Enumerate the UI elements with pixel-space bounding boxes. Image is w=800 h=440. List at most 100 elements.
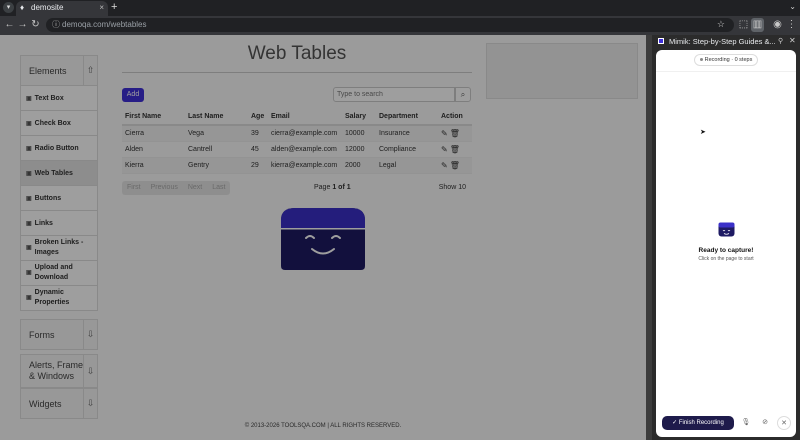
sidebar-item-dynamic-properties[interactable]: ▣ Dynamic Properties [20,286,98,311]
site-info-icon[interactable]: ⓘ [52,19,60,30]
check-icon: ✓ [672,420,679,426]
sidebar-group-widgets[interactable]: Widgets ⇩ [20,388,98,419]
expand-icon[interactable]: ⇩ [83,319,97,350]
sidebar-group-forms[interactable]: Forms ⇩ [20,319,98,350]
edit-icon[interactable]: ✎ [441,129,448,138]
delete-icon[interactable]: 🗑 [450,161,460,170]
extensions-icon[interactable]: ⬚ [737,18,750,32]
recording-status-badge: Recording · 0 steps [694,54,758,66]
web-page: Web Tables Elements ⇧ ▣ Text Box ▣ Check B… [0,35,646,440]
sidebar-item-web-tables[interactable]: ▣ Web Tables [20,161,98,186]
site-favicon-icon: ♦ [20,3,25,12]
mimik-mascot-icon [281,208,365,270]
page-footer: © 2013-2026 TOOLSQA.COM | ALL RIGHTS RES… [244,423,402,429]
search-icon[interactable]: ⌕ [455,87,471,102]
title-divider [122,72,472,73]
browser-tab[interactable]: ♦ demosite × [16,1,108,16]
sidebar-item-buttons[interactable]: ▣ Buttons [20,186,98,211]
previous-page-button[interactable]: Previous [146,181,183,195]
sidebar-item-broken-links[interactable]: ▣ Broken Links - Images [20,236,98,261]
expand-icon[interactable]: ⇩ [83,388,97,419]
mic-off-icon[interactable]: 🎙 [739,416,753,430]
table-cell: Alden [122,141,185,158]
table-cell: 2000 [342,157,376,174]
last-page-button[interactable]: Last [207,181,230,195]
side-panel-icon[interactable]: ▥ [751,18,764,32]
sidebar-item-links[interactable]: ▣ Links [20,211,98,236]
status-dot-icon [699,58,703,62]
delete-icon[interactable]: 🗑 [450,129,460,138]
forward-icon[interactable]: → [16,18,29,32]
list-item-icon: ▣ [26,195,32,202]
sidebar-group-label: Widgets [29,398,62,409]
sidebar-item-check-box[interactable]: ▣ Check Box [20,111,98,136]
search-input[interactable] [333,87,455,102]
column-header[interactable]: Last Name [185,109,248,126]
cancel-recording-icon[interactable]: ✕ [777,416,791,430]
edit-icon[interactable]: ✎ [441,145,448,154]
mimik-logo-icon [658,38,664,44]
close-icon[interactable]: ✕ [789,36,796,45]
ready-subtitle: Click on the page to start [698,256,754,262]
add-button[interactable]: Add [122,88,144,102]
sidebar-item-text-box[interactable]: ▣ Text Box [20,86,98,111]
sidebar-group-elements[interactable]: Elements ⇧ [20,55,98,86]
bookmark-star-icon[interactable]: ☆ [717,19,725,30]
list-item-icon: ▣ [26,170,32,177]
edit-icon[interactable]: ✎ [441,161,448,170]
side-panel-header: Mimik: Step-by-Step Guides &... ⚲ ✕ [652,35,800,49]
new-tab-button[interactable]: + [111,1,117,14]
panel-divider [656,71,796,72]
table-row: Alden Cantrell 45 alden@example.com 1200… [122,141,472,158]
tab-strip: ▾ ♦ demosite × + ⌄ [0,0,800,16]
page-title: Web Tables [247,43,347,64]
page-indicator: Page 1 of 1 [314,184,351,191]
table-cell: 39 [248,125,268,142]
reload-icon[interactable]: ↻ [29,18,42,32]
sidebar-group-label: Elements [29,65,67,76]
profile-icon[interactable]: ◉ [771,18,784,32]
window-controls[interactable]: ⌄ [740,2,796,14]
column-header[interactable]: Salary [342,109,376,126]
first-page-button[interactable]: First [122,181,146,195]
list-item-icon: ▣ [26,120,32,127]
table-cell: kierra@example.com [268,157,342,174]
table-cell: Legal [376,157,438,174]
action-cell: ✎ 🗑 [438,157,472,174]
address-bar[interactable]: ⓘ demoqa.com/webtables ☆ [46,18,734,32]
ad-banner [486,43,638,99]
list-item-icon: ▣ [26,145,32,152]
table-cell: Cierra [122,125,185,142]
table-cell: cierra@example.com [268,125,342,142]
collapse-icon[interactable]: ⇧ [83,55,97,86]
menu-icon[interactable]: ⋮ [785,18,798,32]
sidebar-item-upload-download[interactable]: ▣ Upload and Download [20,261,98,286]
table-header-row: First Name Last Name Age Email Salary De… [122,109,472,126]
table-cell: Cantrell [185,141,248,158]
column-header[interactable]: Age [248,109,268,126]
back-icon[interactable]: ← [3,18,16,32]
ready-title: Ready to capture! [698,247,754,254]
sidebar-item-radio-button[interactable]: ▣ Radio Button [20,136,98,161]
tab-close-icon[interactable]: × [99,1,104,15]
recorder-panel: Recording · 0 steps ➤ Ready to capture! … [656,50,796,437]
sidebar-group-alerts[interactable]: Alerts, Frame & Windows ⇩ [20,354,98,388]
pin-icon[interactable]: ⚲ [778,37,783,45]
list-item-icon: ▣ [26,270,32,276]
table-cell: Insurance [376,125,438,142]
list-item-icon: ▣ [26,245,32,251]
camera-off-icon[interactable]: ⊘ [758,416,772,430]
column-header[interactable]: Email [268,109,342,126]
table-row: Kierra Gentry 29 kierra@example.com 2000… [122,157,472,174]
table-cell: Vega [185,125,248,142]
web-table: First Name Last Name Age Email Salary De… [122,109,472,174]
expand-icon[interactable]: ⇩ [83,354,97,388]
column-header[interactable]: Department [376,109,438,126]
tab-search-icon[interactable]: ▾ [3,2,14,13]
browser-toolbar: ← → ↻ ⓘ demoqa.com/webtables ☆ ⬚ ▥ ◉ ⋮ [0,16,800,35]
column-header[interactable]: First Name [122,109,185,126]
next-page-button[interactable]: Next [183,181,207,195]
delete-icon[interactable]: 🗑 [450,145,460,154]
finish-recording-button[interactable]: ✓ Finish Recording [662,416,734,430]
rows-per-page-select[interactable]: Show 10 [439,184,466,191]
